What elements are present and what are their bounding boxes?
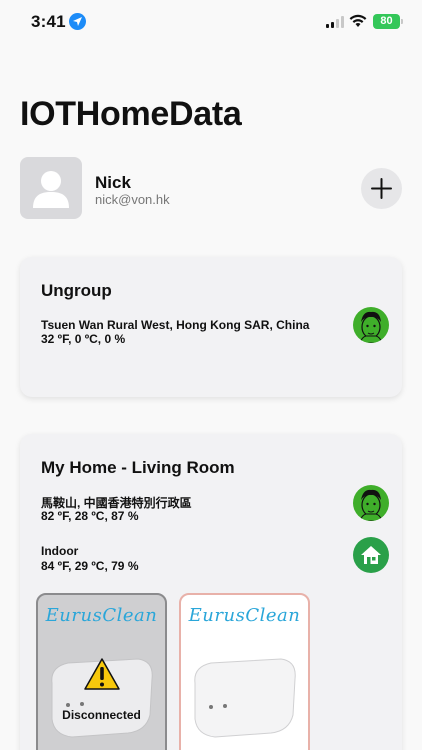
location-name: Indoor (41, 544, 79, 558)
device-card[interactable]: EurusClean Disconnected (36, 593, 167, 750)
group-card-living-room[interactable]: My Home - Living Room 馬鞍山, 中國香港特別行政區 82 … (20, 434, 402, 750)
avatar-face-icon[interactable] (353, 485, 389, 521)
person-placeholder-icon (33, 171, 69, 208)
device-brand: EurusClean (45, 605, 158, 626)
group-title: Ungroup (41, 281, 112, 300)
location-name: Tsuen Wan Rural West, Hong Kong SAR, Chi… (41, 318, 310, 332)
status-time: 3:41 (31, 12, 66, 31)
location-readings: 32 ºF, 0 ºC, 0 % (41, 332, 126, 346)
cellular-signal-icon (326, 16, 344, 28)
device-brand: EurusClean (188, 605, 301, 626)
battery-cap (401, 19, 403, 24)
location-readings: 82 ºF, 28 ºC, 87 % (41, 509, 139, 523)
device-card[interactable]: EurusClean (179, 593, 310, 750)
location-readings: 84 ºF, 29 ºC, 79 % (41, 559, 139, 573)
user-name: Nick (95, 173, 131, 192)
plus-icon (371, 178, 392, 199)
group-title: My Home - Living Room (41, 458, 235, 477)
wifi-icon (349, 14, 367, 27)
group-card-ungroup[interactable]: Ungroup Tsuen Wan Rural West, Hong Kong … (20, 257, 402, 397)
add-button[interactable] (361, 168, 402, 209)
battery-icon: 80 (373, 14, 400, 29)
home-icon[interactable] (353, 537, 389, 573)
device-status: Disconnected (62, 708, 141, 722)
avatar-face-icon[interactable] (353, 307, 389, 343)
avatar[interactable] (20, 157, 82, 219)
status-bar: 3:41 80 (0, 0, 422, 46)
location-arrow-icon (69, 13, 86, 30)
page-title: IOTHomeData (20, 95, 242, 133)
gateway-device-icon (194, 658, 296, 738)
user-email: nick@von.hk (95, 192, 170, 207)
warning-icon (84, 658, 120, 690)
